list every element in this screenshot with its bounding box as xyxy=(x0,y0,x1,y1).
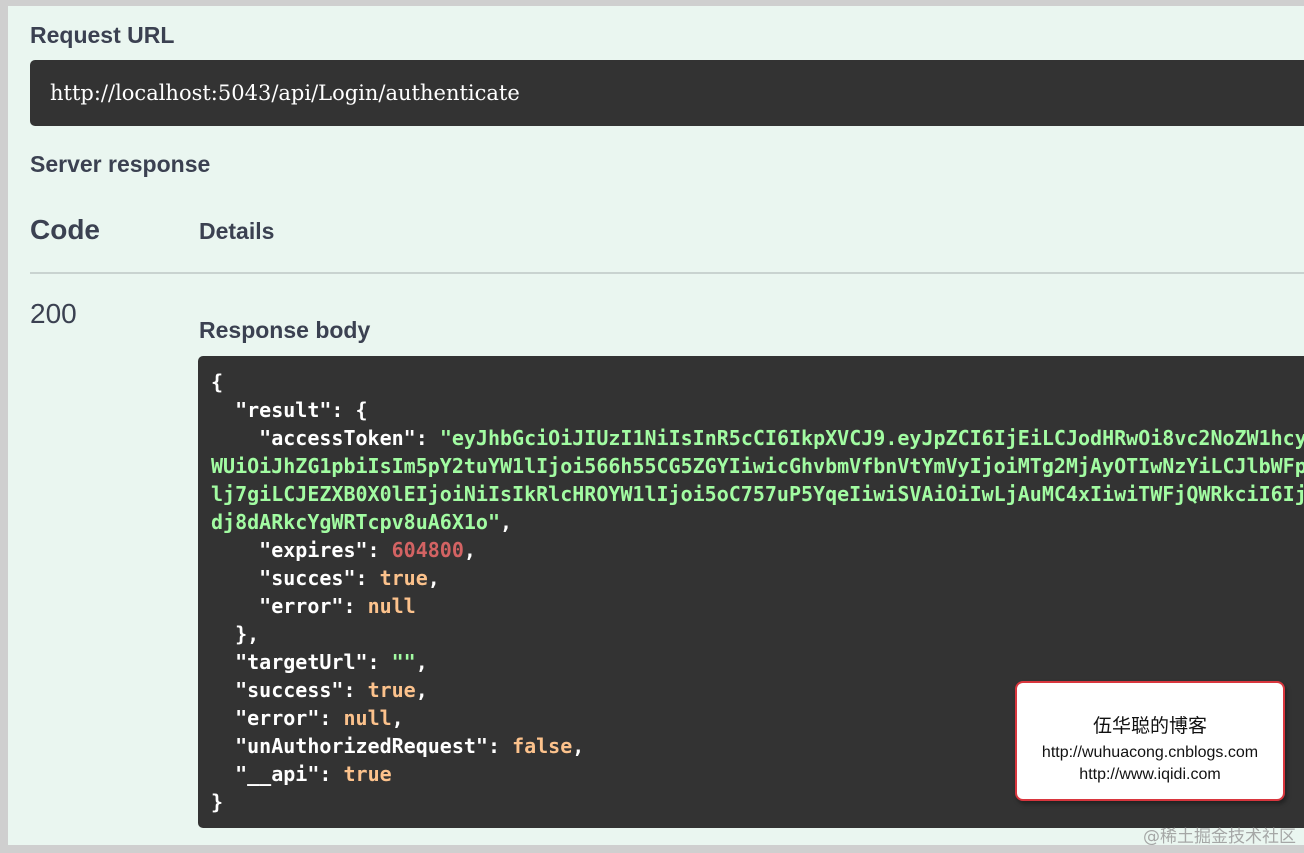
json-value-succes: true xyxy=(379,566,428,590)
json-key-error-inner: "error" xyxy=(259,594,344,618)
details-column-header: Details xyxy=(199,218,275,244)
json-value-accesstoken-line-4: dj8dARkcYgWRTcpv8uA6X1o" xyxy=(211,510,500,534)
server-response-title: Server response xyxy=(30,151,211,177)
blog-stamp-url-2: http://www.iqidi.com xyxy=(1079,766,1221,783)
json-key-accesstoken: "accessToken" xyxy=(259,426,416,450)
json-value-success: true xyxy=(367,678,416,702)
json-value-accesstoken-line-1: "eyJhbGciOiJIUzI1NiIsInR5cCI6IkpXVCJ9.ey… xyxy=(439,426,1304,450)
json-value-accesstoken-line-3: lj7giLCJEZXB0X0lEIjoiNiIsIkRlcHROYW1lIjo… xyxy=(211,482,1304,506)
json-value-targeturl: "" xyxy=(391,650,416,674)
response-body-title: Response body xyxy=(199,317,371,343)
json-key-expires: "expires" xyxy=(259,538,368,562)
json-value-expires: 604800 xyxy=(391,538,464,562)
swagger-response-panel: Request URL http://localhost:5043/api/Lo… xyxy=(8,6,1304,845)
request-url-title: Request URL xyxy=(30,22,175,48)
json-key-succes: "succes" xyxy=(259,566,356,590)
status-code: 200 xyxy=(30,298,77,329)
code-column-header: Code xyxy=(30,214,100,245)
json-value-error: null xyxy=(343,706,392,730)
json-value-accesstoken-line-2: WUiOiJhZG1pbiIsIm5pY2tuYW1lIjoi566h55CG5… xyxy=(211,454,1304,478)
blog-stamp-url-1: http://wuhuacong.cnblogs.com xyxy=(1041,744,1259,761)
json-key-unauthorizedrequest: "unAuthorizedRequest" xyxy=(235,734,488,758)
json-value-unauthorizedrequest: false xyxy=(512,734,573,758)
json-key-targeturl: "targetUrl" xyxy=(235,650,368,674)
json-value-error-inner: null xyxy=(367,594,416,618)
blog-stamp: 伍华聪的博客 http://wuhuacong.cnblogs.com http… xyxy=(1015,681,1285,801)
blog-stamp-title: 伍华聪的博客 xyxy=(1092,716,1207,737)
json-key-result: "result" xyxy=(235,398,332,422)
json-key-success: "success" xyxy=(235,678,344,702)
request-url-box[interactable]: http://localhost:5043/api/Login/authenti… xyxy=(30,60,1304,126)
json-open-brace: { xyxy=(211,370,224,394)
json-close-result: }, xyxy=(235,622,260,646)
json-key-api: "__api" xyxy=(235,762,320,786)
json-value-api: true xyxy=(343,762,392,786)
site-watermark: @稀土掘金技术社区 xyxy=(1143,827,1296,847)
json-key-error: "error" xyxy=(235,706,320,730)
table-divider xyxy=(30,272,1304,274)
json-close-brace: } xyxy=(211,790,224,814)
